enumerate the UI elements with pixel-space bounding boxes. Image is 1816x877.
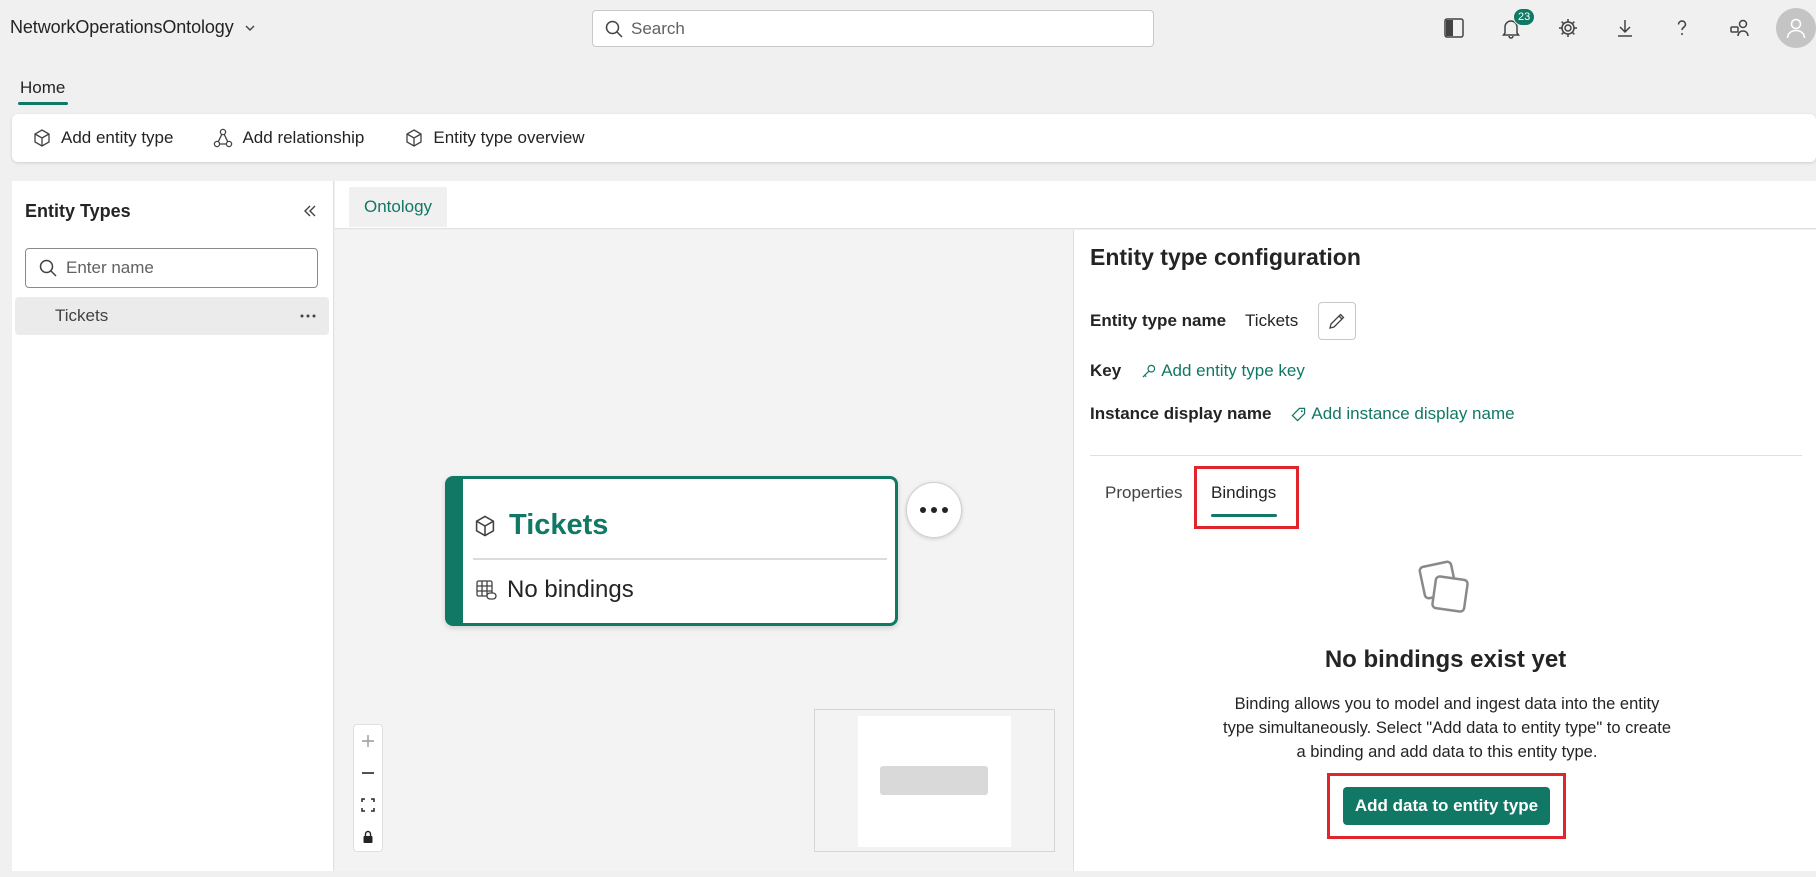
- entity-search-box[interactable]: [25, 248, 318, 288]
- help-button[interactable]: [1668, 14, 1696, 42]
- list-item[interactable]: Tickets: [15, 297, 329, 335]
- pencil-icon: [1328, 312, 1346, 330]
- entity-type-name-row: Entity type name Tickets: [1090, 302, 1357, 340]
- fit-view-button[interactable]: [354, 789, 382, 821]
- search-icon: [605, 20, 623, 38]
- notification-count-badge: 23: [1513, 8, 1536, 26]
- cube-icon: [473, 514, 497, 538]
- highlight-box: [1194, 466, 1299, 529]
- app-title: NetworkOperationsOntology: [10, 17, 234, 37]
- ribbon-toolbar: Add entity type Add relationship Entity …: [12, 114, 1816, 162]
- fit-view-icon: [361, 798, 375, 812]
- panel-title: Entity Types: [25, 201, 131, 221]
- download-button[interactable]: [1611, 14, 1639, 42]
- minimap-viewport: [858, 716, 1011, 847]
- document-tab-bar: Ontology: [335, 181, 1816, 229]
- help-icon: [1671, 17, 1693, 39]
- edit-name-button[interactable]: [1318, 302, 1357, 340]
- entity-node[interactable]: Tickets No bindings: [445, 476, 898, 626]
- avatar[interactable]: [1776, 8, 1816, 48]
- key-icon: [1141, 364, 1156, 379]
- highlight-box: [1327, 773, 1566, 839]
- zoom-in-button[interactable]: [354, 725, 382, 757]
- zoom-out-button[interactable]: [354, 757, 382, 789]
- panel-icon: [1443, 17, 1465, 39]
- more-options-icon[interactable]: [297, 305, 319, 327]
- dot: [920, 507, 926, 513]
- minimap[interactable]: [814, 709, 1055, 852]
- key-row: Key Add entity type key: [1090, 361, 1305, 381]
- entity-type-configuration-panel: Entity type configuration Entity type na…: [1073, 230, 1816, 871]
- empty-state-description: Binding allows you to model and ingest d…: [1223, 695, 1671, 761]
- node-divider: [473, 558, 887, 560]
- node-title: Tickets: [509, 509, 609, 541]
- gear-icon: [1557, 17, 1579, 39]
- add-relationship-button[interactable]: Add relationship: [213, 128, 364, 148]
- lock-button[interactable]: [354, 821, 382, 853]
- tag-icon: [1291, 407, 1306, 422]
- tab-selected-indicator: [18, 102, 68, 105]
- double-chevron-left-icon: [302, 203, 318, 219]
- divider: [1090, 455, 1802, 456]
- node-more-options-button[interactable]: [906, 482, 962, 538]
- add-relationship-label: Add relationship: [242, 128, 365, 147]
- entity-types-panel: Entity Types Tickets: [12, 181, 334, 871]
- dot: [942, 507, 948, 513]
- empty-state-title: No bindings exist yet: [1324, 646, 1567, 673]
- binding-status-label: No bindings: [507, 576, 634, 603]
- node-header: Tickets: [473, 509, 608, 542]
- zoom-controls: [353, 724, 383, 852]
- tab-ontology[interactable]: Ontology: [349, 187, 448, 227]
- chevron-down-icon: [244, 22, 256, 34]
- list-item-label: Tickets: [55, 306, 109, 325]
- collapse-panel-button[interactable]: [298, 199, 322, 223]
- download-icon: [1614, 17, 1636, 39]
- share-feedback-button[interactable]: [1726, 14, 1754, 42]
- tab-properties[interactable]: Properties: [1105, 483, 1182, 503]
- search-icon: [39, 259, 57, 277]
- settings-button[interactable]: [1554, 14, 1582, 42]
- instance-display-name-row: Instance display name Add instance displ…: [1090, 404, 1515, 424]
- workspace-title-dropdown[interactable]: NetworkOperationsOntology: [10, 17, 256, 38]
- minus-icon: [361, 766, 375, 780]
- add-entity-type-key-link[interactable]: Add entity type key: [1141, 361, 1305, 381]
- ontology-canvas[interactable]: Tickets No bindings: [335, 230, 1073, 871]
- cube-icon: [32, 128, 52, 148]
- entity-type-name-value: Tickets: [1245, 311, 1299, 330]
- dot: [931, 507, 937, 513]
- add-entity-type-label: Add entity type: [61, 128, 174, 147]
- add-instance-display-name-link[interactable]: Add instance display name: [1291, 404, 1515, 424]
- table-link-icon: [475, 579, 497, 601]
- entity-type-overview-label: Entity type overview: [433, 128, 585, 147]
- instance-display-name-label: Instance display name: [1090, 404, 1272, 423]
- key-label: Key: [1090, 361, 1122, 380]
- add-instance-display-name-label: Add instance display name: [1311, 404, 1515, 423]
- node-binding-status: No bindings: [475, 576, 634, 604]
- search-input[interactable]: [631, 18, 1111, 39]
- share-people-icon: [1729, 17, 1751, 39]
- entity-type-overview-button[interactable]: Entity type overview: [404, 128, 585, 148]
- relationship-icon: [213, 128, 233, 148]
- panel-title: Entity type configuration: [1090, 244, 1361, 270]
- entity-search-input[interactable]: [66, 258, 306, 278]
- add-entity-type-key-label: Add entity type key: [1161, 361, 1305, 380]
- top-bar: NetworkOperationsOntology 23: [0, 0, 1816, 56]
- notifications-button[interactable]: 23: [1497, 8, 1536, 42]
- panel-toggle-button[interactable]: [1440, 14, 1468, 42]
- lock-icon: [361, 830, 375, 844]
- entity-type-name-label: Entity type name: [1090, 311, 1227, 330]
- cube-icon: [404, 128, 424, 148]
- empty-state-icon: [1416, 560, 1476, 620]
- user-icon: [1784, 16, 1808, 40]
- tab-home[interactable]: Home: [20, 78, 65, 98]
- global-search-box[interactable]: [592, 10, 1154, 47]
- minimap-node: [880, 766, 988, 795]
- add-entity-type-button[interactable]: Add entity type: [32, 128, 173, 148]
- plus-icon: [361, 734, 375, 748]
